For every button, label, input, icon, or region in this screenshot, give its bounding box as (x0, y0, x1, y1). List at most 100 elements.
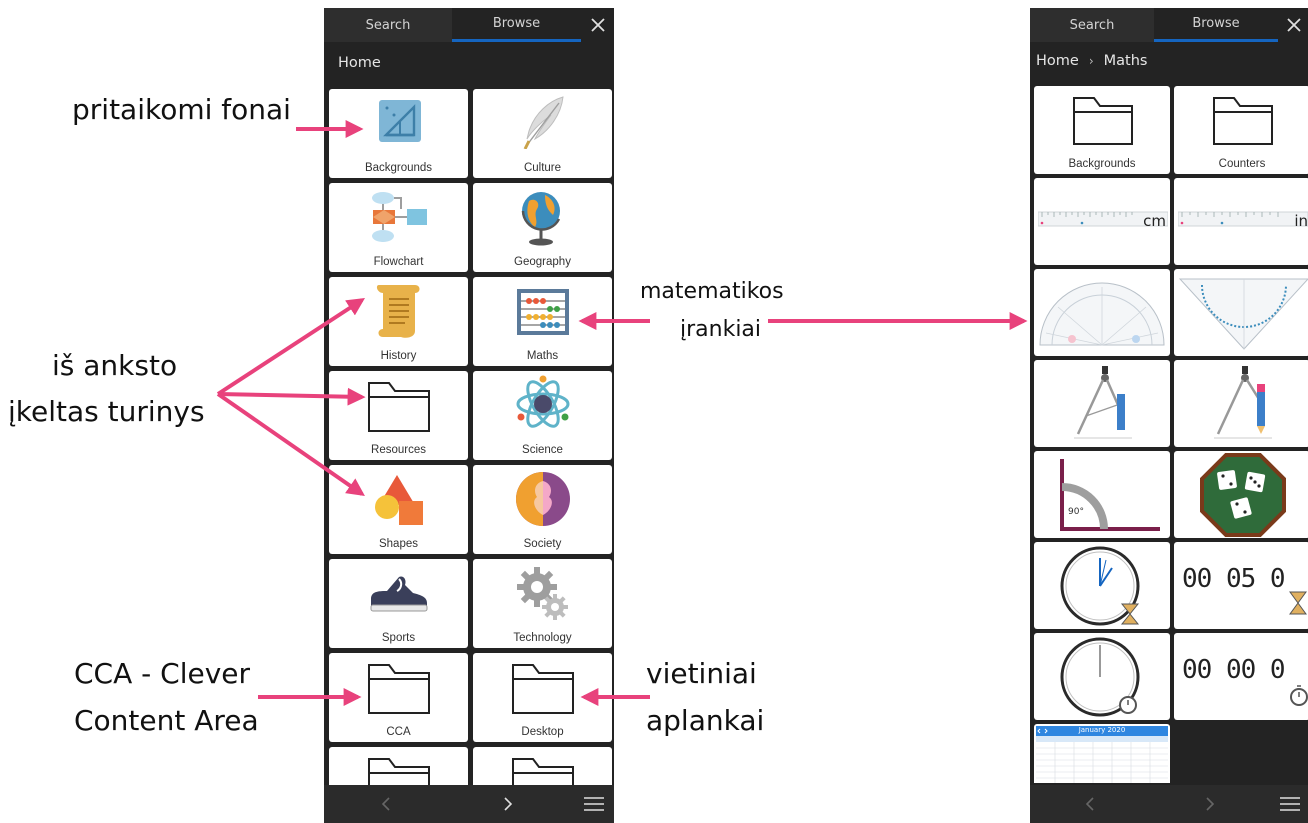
compass-pencil-icon (1214, 366, 1272, 439)
breadcrumb: Home › Maths (1030, 42, 1308, 80)
tile-set-square[interactable] (1174, 269, 1308, 356)
close-icon[interactable] (1278, 8, 1308, 42)
chevron-right-icon[interactable] (488, 785, 528, 823)
quill-icon (523, 96, 564, 149)
tile-label: Backgrounds (364, 162, 433, 174)
tile-label: CCA (386, 726, 411, 738)
folder-icon (368, 664, 430, 714)
annotation-cca-line1: CCA - Clever (74, 657, 251, 690)
tile-culture[interactable]: Culture (473, 89, 612, 178)
globe-icon (521, 192, 561, 246)
tab-bar: Search Browse (1030, 8, 1308, 42)
bottom-toolbar (1030, 785, 1308, 823)
annotation-cca-line2: Content Area (74, 704, 259, 737)
tile-digital-timer[interactable]: 00 05 0 (1174, 542, 1308, 629)
breadcrumb-home[interactable]: Home (1036, 53, 1079, 69)
tile-protractor[interactable] (1034, 269, 1170, 356)
annotation-maths-line1: matematikos (640, 279, 784, 304)
tile-label: Geography (514, 256, 571, 268)
ruler-unit-label: cm (1143, 212, 1166, 230)
folder-icon (368, 758, 430, 785)
maths-browser-panel: Search Browse Home › Maths Backgrounds C… (1030, 8, 1308, 823)
tile-digital-stopwatch[interactable]: 00 00 0 (1174, 633, 1308, 720)
tile-maths[interactable]: Maths (473, 277, 612, 366)
menu-icon[interactable] (574, 785, 614, 823)
tile-sports[interactable]: Sports (329, 559, 468, 648)
chevron-left-icon[interactable] (366, 785, 406, 823)
menu-icon[interactable] (1270, 785, 1308, 823)
tile-science[interactable]: Science (473, 371, 612, 460)
maths-tools-grid: Backgrounds Counters cm in 90° 00 05 0 0… (1030, 86, 1308, 783)
tile-compass-pencil[interactable] (1174, 360, 1308, 447)
tile-right-angle[interactable]: 90° (1034, 451, 1170, 538)
tile-resources[interactable]: Resources (329, 371, 468, 460)
backgrounds-icon (379, 100, 421, 142)
content-grid: Backgrounds Culture Flowchart Geography … (324, 88, 614, 785)
atom-icon (516, 375, 570, 428)
clock-hourglass-icon (1060, 546, 1140, 626)
gears-icon (517, 567, 568, 620)
tile-geography[interactable]: Geography (473, 183, 612, 272)
tile-clock-stopwatch[interactable] (1034, 633, 1170, 720)
bottom-toolbar (324, 785, 614, 823)
breadcrumb-home[interactable]: Home (338, 55, 381, 71)
tile-counters[interactable]: Counters (1174, 86, 1308, 174)
tile-calendar[interactable]: January 2020 (1034, 724, 1170, 783)
tile-ruler-in[interactable]: in (1174, 178, 1308, 265)
tab-search[interactable]: Search (324, 8, 452, 42)
chevron-right-icon[interactable] (1190, 785, 1230, 823)
dice-icon (1200, 453, 1286, 537)
annotation-backgrounds: pritaikomi fonai (72, 93, 291, 126)
tile-flowchart[interactable]: Flowchart (329, 183, 468, 272)
tile-folder[interactable] (329, 747, 468, 785)
annotation-preloaded-line2: įkeltas turinys (8, 395, 205, 428)
tile-label: Counters (1218, 158, 1266, 170)
tile-label: Society (523, 538, 562, 550)
tile-label: Culture (523, 162, 562, 174)
faces-icon (516, 472, 570, 526)
hourglass-icon (1289, 591, 1307, 615)
tile-desktop[interactable]: Desktop (473, 653, 612, 742)
tile-backgrounds[interactable]: Backgrounds (1034, 86, 1170, 174)
tile-label: Maths (526, 350, 559, 362)
folder-icon (1213, 97, 1273, 145)
compass-icon (1074, 366, 1132, 439)
tile-label: History (380, 350, 417, 362)
clock-stopwatch-icon (1060, 637, 1140, 717)
tile-technology[interactable]: Technology (473, 559, 612, 648)
folder-icon (368, 382, 430, 432)
tile-history[interactable]: History (329, 277, 468, 366)
chevron-left-icon[interactable] (1070, 785, 1110, 823)
tile-clock-timer[interactable] (1034, 542, 1170, 629)
tile-shapes[interactable]: Shapes (329, 465, 468, 554)
tile-label: Shapes (378, 538, 418, 550)
tile-folder[interactable] (473, 747, 612, 785)
annotation-local-line1: vietiniai (646, 657, 757, 690)
tile-label: Science (522, 444, 563, 456)
flowchart-icon (372, 192, 427, 242)
tile-label: Flowchart (373, 256, 424, 268)
tile-label: Desktop (521, 726, 564, 738)
folder-icon (512, 758, 574, 785)
tab-browse[interactable]: Browse (452, 8, 581, 42)
content-browser-panel: Search Browse Home Backgrounds Culture F… (324, 8, 614, 823)
calendar-icon (1036, 726, 1168, 783)
scroll-icon (376, 285, 420, 338)
protractor-icon (1039, 282, 1165, 346)
tile-compass[interactable] (1034, 360, 1170, 447)
tab-search[interactable]: Search (1030, 8, 1154, 42)
stopwatch-readout: 00 00 0 (1182, 655, 1286, 685)
tile-label: Sports (381, 632, 416, 644)
tile-society[interactable]: Society (473, 465, 612, 554)
tile-ruler-cm[interactable]: cm (1034, 178, 1170, 265)
annotation-preloaded-line1: iš anksto (52, 349, 178, 382)
tile-cca[interactable]: CCA (329, 653, 468, 742)
tile-dice[interactable] (1174, 451, 1308, 538)
tile-backgrounds[interactable]: Backgrounds (329, 89, 468, 178)
close-icon[interactable] (581, 8, 614, 42)
set-square-icon (1178, 278, 1308, 350)
tab-browse[interactable]: Browse (1154, 8, 1278, 42)
breadcrumb: Home (324, 42, 614, 84)
breadcrumb-maths[interactable]: Maths (1104, 53, 1148, 69)
sneaker-icon (370, 576, 428, 612)
